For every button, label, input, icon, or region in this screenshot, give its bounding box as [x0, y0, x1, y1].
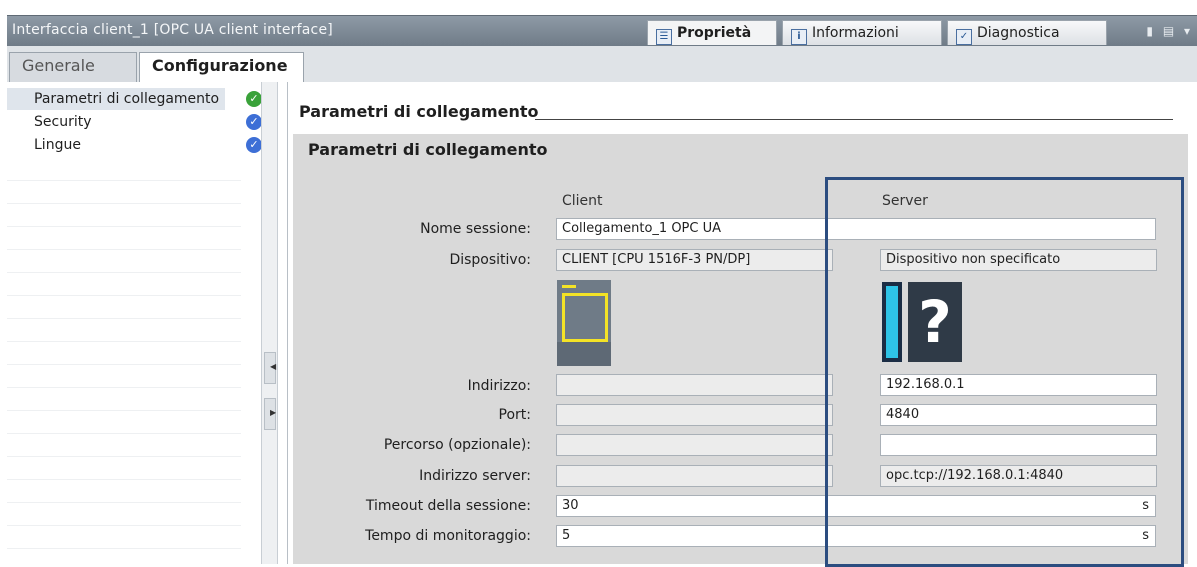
port-label: Port: [498, 407, 531, 423]
nav-item-label: Lingue [34, 137, 81, 153]
nav-item-label: Parametri di collegamento [34, 91, 220, 107]
info-icon: i [791, 29, 807, 45]
tab-info[interactable]: i Informazioni [782, 20, 942, 45]
monitoring-time-label: Tempo di monitoraggio: [365, 528, 531, 544]
path-label: Percorso (opzionale): [383, 437, 531, 453]
tab-diagnostics[interactable]: ✓ Diagnostica [947, 20, 1107, 45]
group-title: Parametri di collegamento [308, 140, 548, 159]
client-column-header: Client [562, 193, 603, 209]
tab-diagnostics-label: Diagnostica [977, 25, 1060, 41]
panel-splitter[interactable]: ◀ ▶ [261, 82, 278, 564]
server-column-highlight [825, 177, 1184, 567]
properties-icon: ☰ [656, 29, 672, 45]
check-ok-icon: ✓ [246, 91, 262, 107]
nav-item-security[interactable]: Security [7, 111, 267, 133]
session-name-label: Nome sessione: [420, 221, 531, 237]
tab-properties-label: Proprietà [677, 25, 752, 41]
client-device-field: CLIENT [CPU 1516F-3 PN/DP] [556, 249, 833, 271]
diagnostics-icon: ✓ [956, 29, 972, 45]
tab-info-label: Informazioni [812, 25, 899, 41]
check-done-icon: ✓ [246, 114, 262, 130]
tab-configuration[interactable]: Configurazione [139, 52, 304, 83]
device-label: Dispositivo: [449, 252, 531, 268]
nav-item-connection-params[interactable]: Parametri di collegamento [7, 88, 225, 110]
tab-general-label: Generale [22, 56, 95, 75]
tab-properties[interactable]: ☰ Proprietà [647, 20, 777, 45]
collapse-left-button[interactable]: ◀ [264, 352, 276, 384]
window-controls[interactable]: ▮ ▤ ▾ [1146, 24, 1193, 38]
client-path-field [556, 434, 833, 456]
expand-right-button[interactable]: ▶ [264, 398, 276, 430]
nav-panel: Parametri di collegamento ✓ Security ✓ L… [7, 82, 288, 564]
section-divider [535, 119, 1173, 120]
config-content: Parametri di collegamento Parametri di c… [288, 82, 1197, 567]
nav-item-languages[interactable]: Lingue [7, 134, 267, 156]
check-done-icon: ✓ [246, 137, 262, 153]
config-tabstrip: Generale Configurazione [7, 46, 1197, 83]
session-timeout-label: Timeout della sessione: [365, 498, 531, 514]
tab-configuration-label: Configurazione [152, 56, 288, 75]
tab-general[interactable]: Generale [9, 52, 137, 82]
client-port-field [556, 404, 833, 426]
client-address-field [556, 374, 833, 396]
client-cpu-image [557, 280, 611, 366]
monitoring-time-value: 5 [562, 528, 571, 543]
window-title: Interfaccia client_1 [OPC UA client inte… [12, 22, 333, 38]
nav-item-label: Security [34, 114, 92, 130]
section-title: Parametri di collegamento [299, 102, 539, 121]
session-timeout-value: 30 [562, 498, 579, 513]
client-server-url-field [556, 465, 833, 487]
inspector-titlebar: Interfaccia client_1 [OPC UA client inte… [7, 15, 1197, 46]
address-label: Indirizzo: [467, 378, 531, 394]
server-url-label: Indirizzo server: [419, 468, 531, 484]
